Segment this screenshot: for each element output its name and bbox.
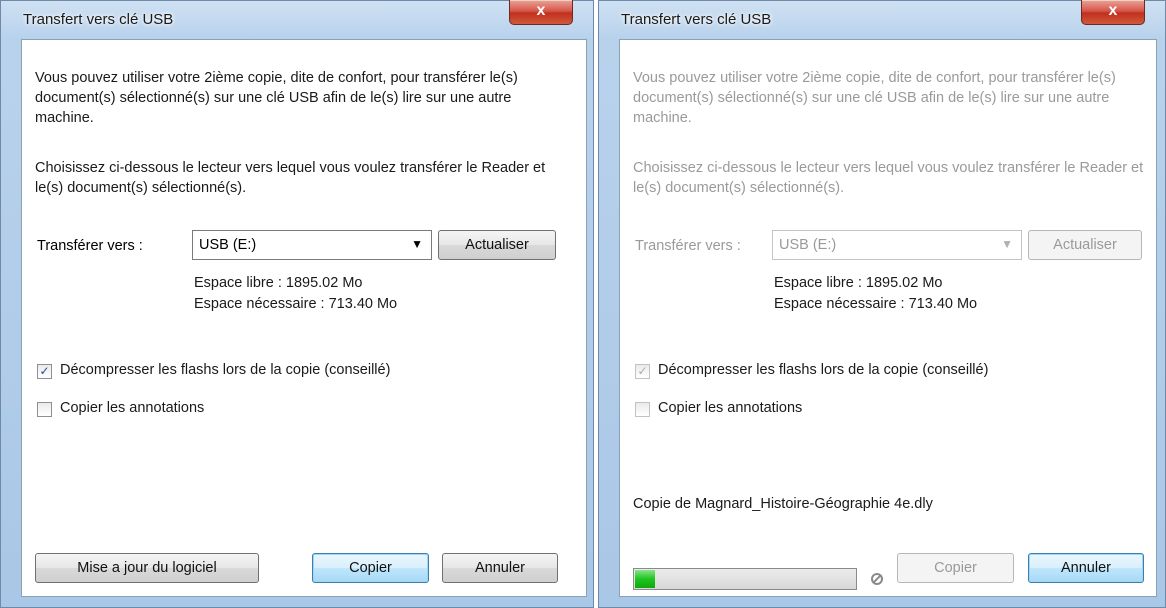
required-space-text: Espace nécessaire : 713.40 Mo <box>194 296 398 312</box>
close-button[interactable]: x <box>509 0 573 25</box>
cancel-button[interactable]: Annuler <box>442 553 558 583</box>
copy-button: Copier <box>897 553 1014 583</box>
dialog-content: Vous pouvez utiliser votre 2ième copie, … <box>619 39 1157 597</box>
free-space-text: Espace libre : 1895.02 Mo <box>194 275 363 291</box>
usb-transfer-dialog-in-progress: Transfert vers clé USB x Vous pouvez uti… <box>598 0 1166 608</box>
drive-select: USB (E:) ▼ <box>772 230 1022 260</box>
stop-icon[interactable] <box>871 573 883 585</box>
dialog-title: Transfert vers clé USB <box>23 11 174 28</box>
decompress-checkbox: ✓ <box>635 364 650 379</box>
decompress-checkbox-label: Décompresser les flashs lors de la copie… <box>658 362 989 378</box>
copy-annotations-checkbox <box>635 402 650 417</box>
title-bar: Transfert vers clé USB x <box>1 0 593 39</box>
intro-paragraph: Vous pouvez utiliser votre 2ième copie, … <box>35 70 518 126</box>
copy-annotations-checkbox-label[interactable]: Copier les annotations <box>60 400 204 416</box>
decompress-checkbox-label[interactable]: Décompresser les flashs lors de la copie… <box>60 362 390 378</box>
software-update-button[interactable]: Mise a jour du logiciel <box>35 553 259 583</box>
dropdown-arrow-icon: ▼ <box>1001 237 1013 251</box>
instruction-paragraph: Choisissez ci-dessous le lecteur vers le… <box>633 160 1144 196</box>
drive-select-value: USB (E:) <box>199 237 257 253</box>
decompress-checkbox[interactable]: ✓ <box>37 364 52 379</box>
copy-progress-bar <box>633 568 857 590</box>
progress-status-text: Copie de Magnard_Histoire-Géographie 4e.… <box>633 496 933 512</box>
refresh-button: Actualiser <box>1028 230 1142 260</box>
cancel-button[interactable]: Annuler <box>1028 553 1144 583</box>
transfer-label: Transférer vers : <box>635 238 741 254</box>
progress-fill <box>635 570 656 588</box>
required-space-text: Espace nécessaire : 713.40 Mo <box>774 296 978 312</box>
refresh-button[interactable]: Actualiser <box>438 230 556 260</box>
dialog-title: Transfert vers clé USB <box>621 11 772 28</box>
checkmark-icon: ✓ <box>637 364 648 378</box>
transfer-label: Transférer vers : <box>37 238 143 254</box>
dialog-content: Vous pouvez utiliser votre 2ième copie, … <box>21 39 587 597</box>
drive-select[interactable]: USB (E:) ▼ <box>192 230 432 260</box>
copy-annotations-checkbox[interactable] <box>37 402 52 417</box>
free-space-text: Espace libre : 1895.02 Mo <box>774 275 943 291</box>
copy-button[interactable]: Copier <box>312 553 429 583</box>
close-button[interactable]: x <box>1081 0 1145 25</box>
drive-select-value: USB (E:) <box>779 237 837 253</box>
usb-transfer-dialog: Transfert vers clé USB x Vous pouvez uti… <box>0 0 594 608</box>
checkmark-icon: ✓ <box>39 364 50 378</box>
title-bar: Transfert vers clé USB x <box>599 0 1165 39</box>
instruction-paragraph: Choisissez ci-dessous le lecteur vers le… <box>35 160 546 196</box>
dropdown-arrow-icon[interactable]: ▼ <box>411 237 423 251</box>
copy-annotations-checkbox-label: Copier les annotations <box>658 400 803 416</box>
intro-paragraph: Vous pouvez utiliser votre 2ième copie, … <box>633 70 1116 126</box>
